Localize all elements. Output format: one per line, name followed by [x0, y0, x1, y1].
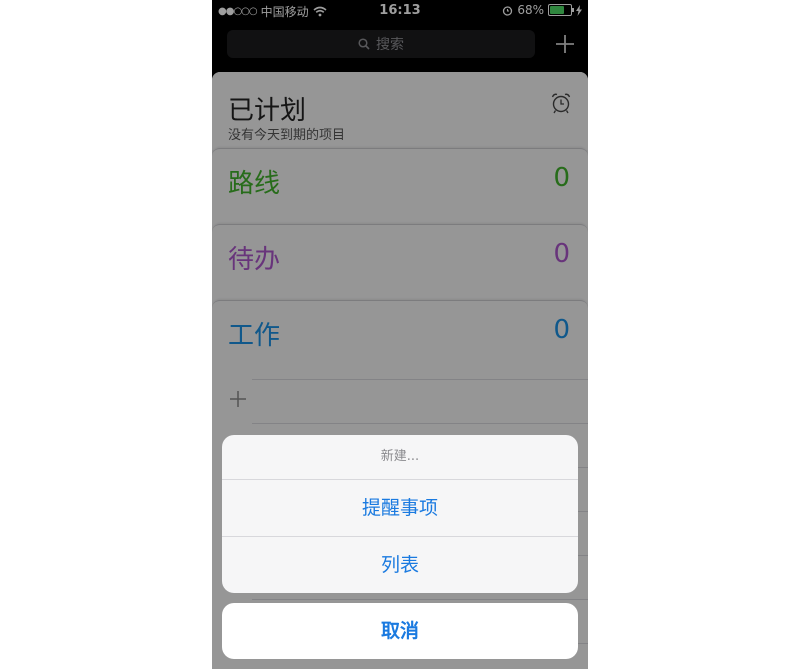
- action-sheet: 新建... 提醒事项 列表: [222, 435, 578, 593]
- cancel-button[interactable]: 取消: [222, 603, 578, 659]
- phone-screen: ●●○○○ 中国移动 16:13 68% 搜索 已计划 没有今天到期的项目 路线…: [212, 0, 588, 669]
- action-sheet-title: 新建...: [222, 435, 578, 480]
- new-reminder-button[interactable]: 提醒事项: [222, 480, 578, 537]
- new-list-button[interactable]: 列表: [222, 537, 578, 593]
